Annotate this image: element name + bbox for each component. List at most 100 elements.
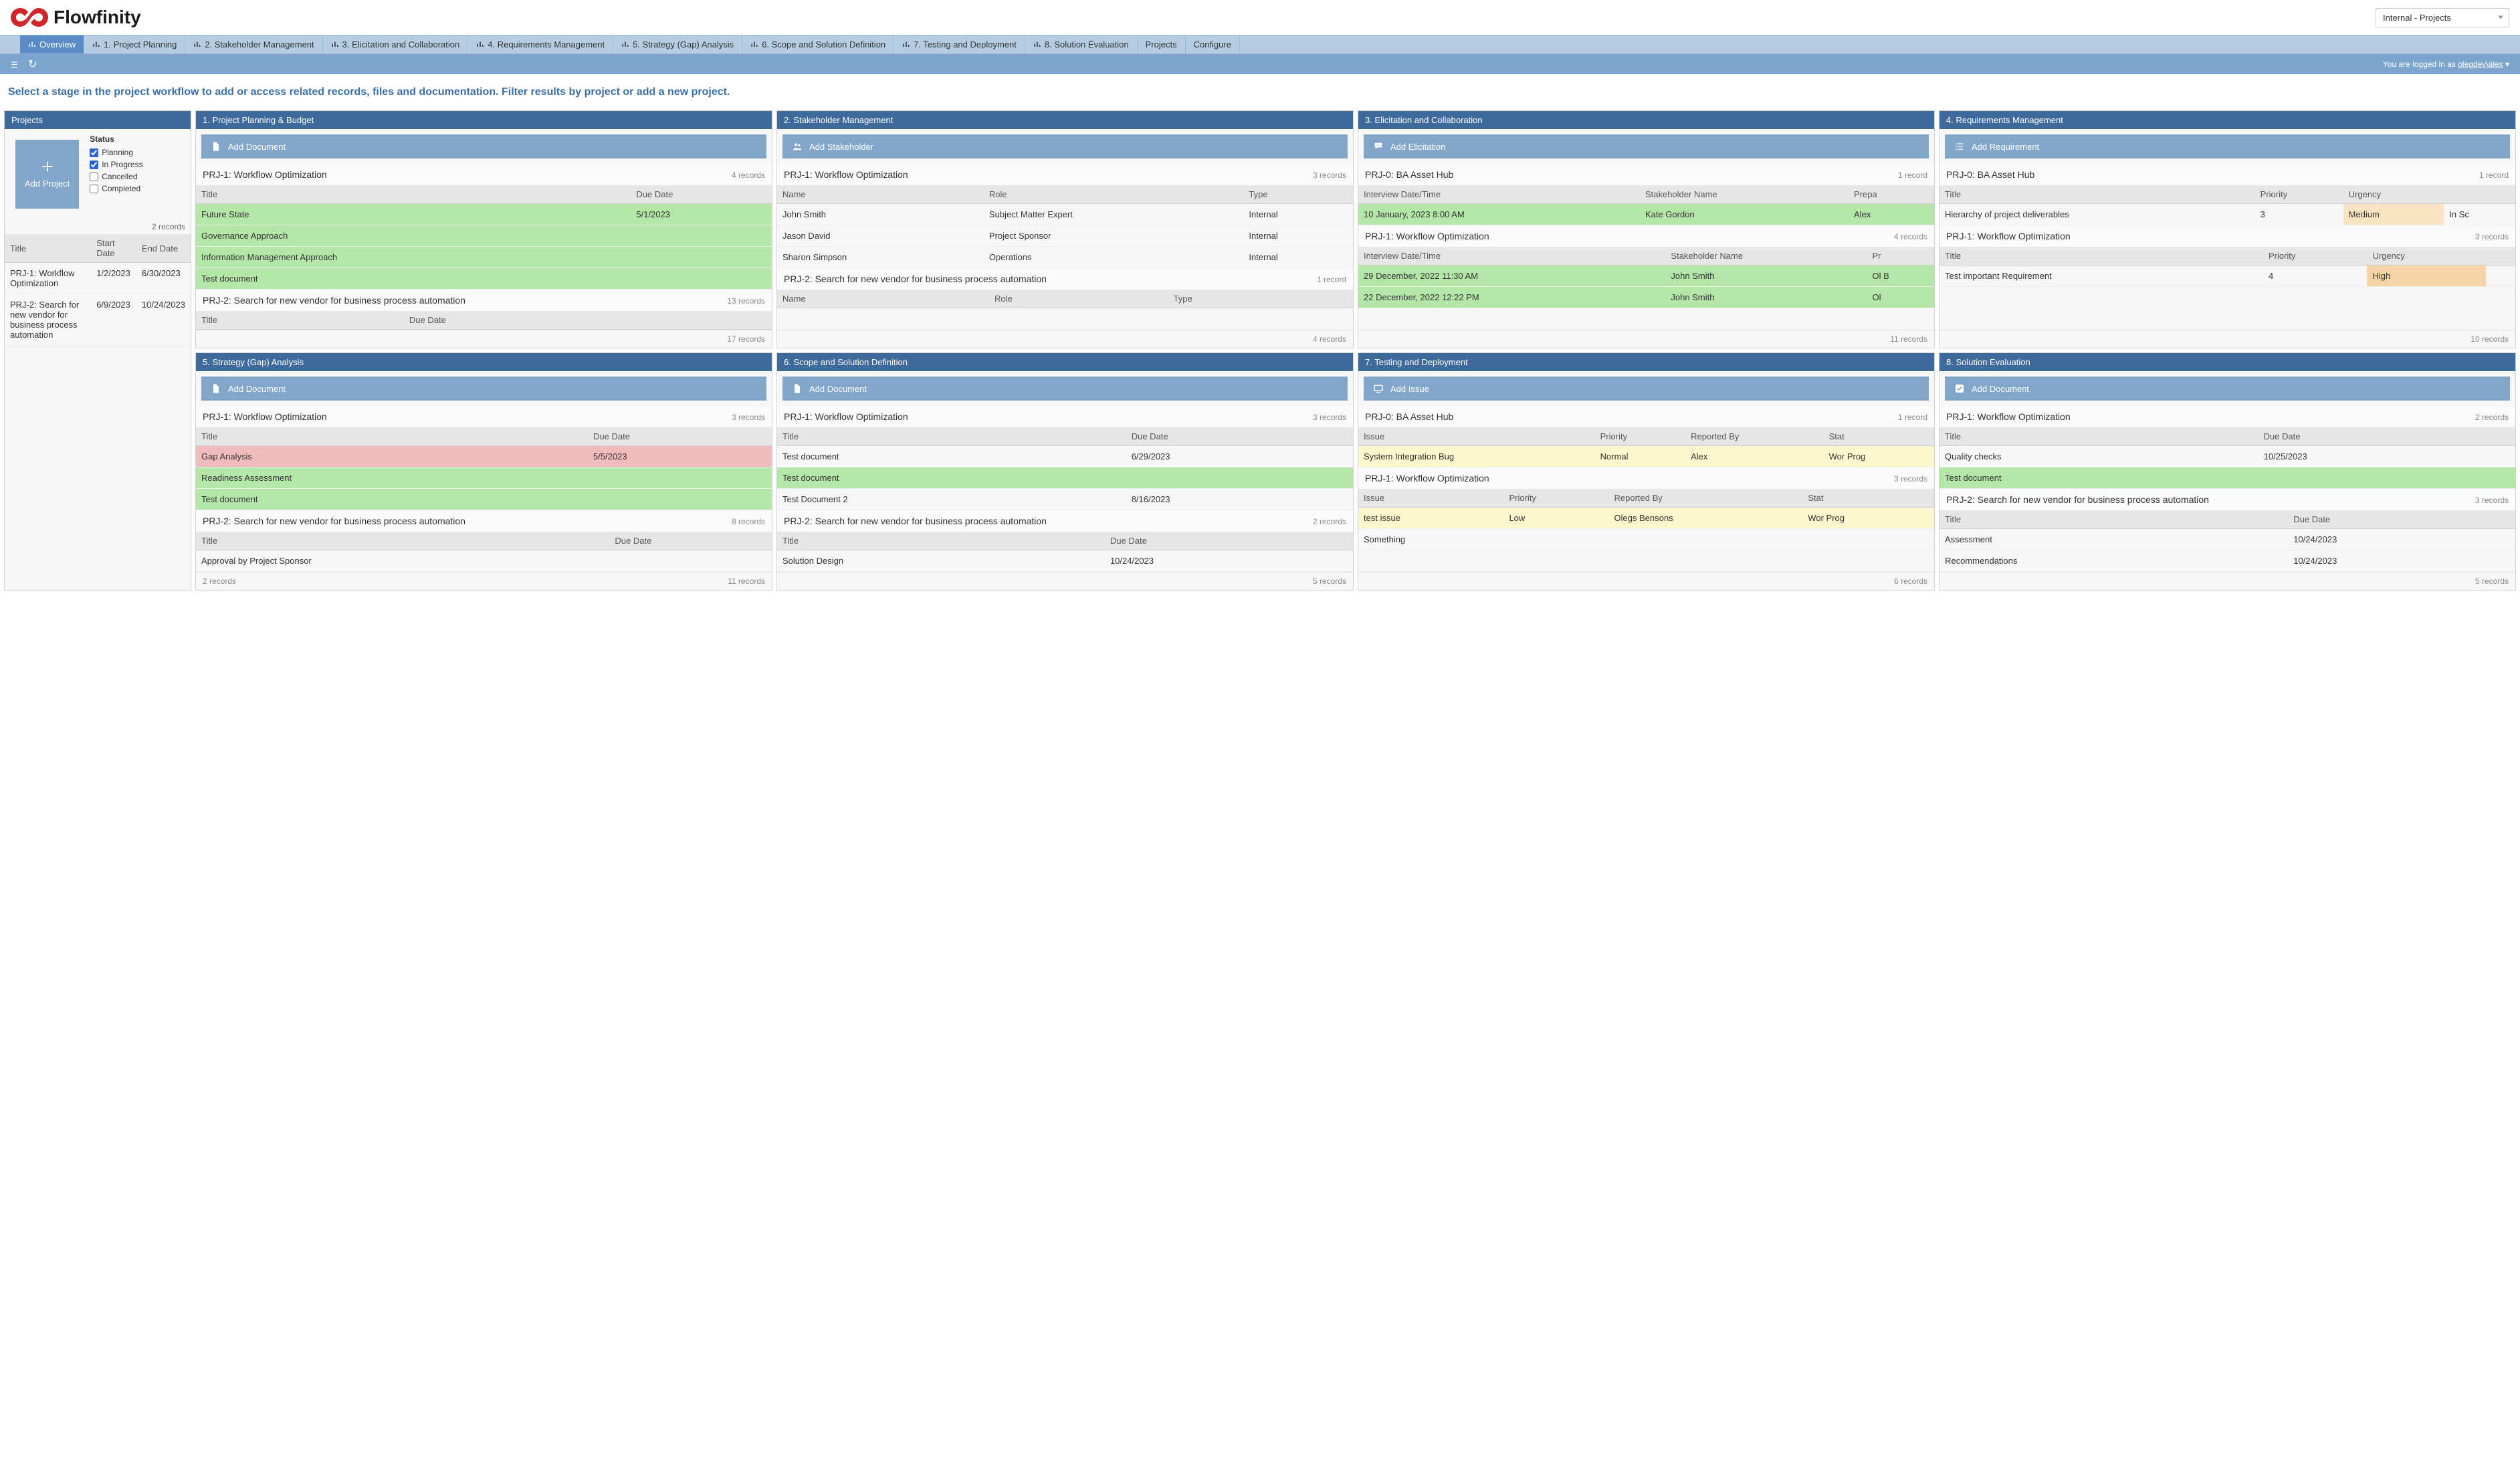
- context-selector[interactable]: Internal - Projects: [2376, 8, 2509, 27]
- refresh-icon[interactable]: [28, 58, 37, 71]
- group-header[interactable]: PRJ-1: Workflow Optimization3 records: [196, 406, 772, 427]
- col-header[interactable]: Title: [196, 532, 609, 550]
- col-header[interactable]: Due Date: [588, 427, 772, 446]
- col-header[interactable]: Title: [777, 532, 1105, 550]
- tab-overview[interactable]: Overview: [20, 35, 84, 54]
- tab-6-scope-and-solution-definition[interactable]: 6. Scope and Solution Definition: [742, 35, 894, 54]
- col-header[interactable]: Issue: [1358, 489, 1503, 508]
- col-header[interactable]: Priority: [2255, 185, 2343, 204]
- col-header[interactable]: Issue: [1358, 427, 1595, 446]
- col-header[interactable]: Stakeholder Name: [1640, 185, 1849, 204]
- table-row[interactable]: Test document: [1939, 467, 2515, 489]
- table-row[interactable]: Recommendations10/24/2023: [1939, 550, 2515, 572]
- col-header[interactable]: Priority: [1595, 427, 1685, 446]
- table-row[interactable]: Assessment10/24/2023: [1939, 529, 2515, 550]
- col-header[interactable]: Due Date: [609, 532, 772, 550]
- tab-7-testing-and-deployment[interactable]: 7. Testing and Deployment: [894, 35, 1025, 54]
- col-header[interactable]: Title: [5, 234, 91, 263]
- col-header[interactable]: [2444, 185, 2515, 204]
- group-header[interactable]: PRJ-2: Search for new vendor for busines…: [777, 510, 1353, 532]
- table-row[interactable]: 22 December, 2022 12:22 PMJohn SmithOl: [1358, 287, 1934, 308]
- table-row[interactable]: Hierarchy of project deliverables3Medium…: [1939, 204, 2515, 225]
- col-header[interactable]: Prepa: [1849, 185, 1934, 204]
- group-header[interactable]: PRJ-2: Search for new vendor for busines…: [196, 510, 772, 532]
- table-row[interactable]: Information Management Approach: [196, 247, 772, 268]
- group-header[interactable]: PRJ-0: BA Asset Hub1 record: [1358, 406, 1934, 427]
- tab-4-requirements-management[interactable]: 4. Requirements Management: [468, 35, 613, 54]
- col-header[interactable]: Title: [1939, 185, 2255, 204]
- table-row[interactable]: Readiness Assessment: [196, 467, 772, 489]
- tab-configure[interactable]: Configure: [1186, 35, 1240, 54]
- col-header[interactable]: Stat: [1802, 489, 1934, 508]
- col-header[interactable]: Due Date: [2288, 510, 2515, 529]
- group-header[interactable]: PRJ-1: Workflow Optimization3 records: [1358, 467, 1934, 489]
- status-filter-in-progress[interactable]: In Progress: [90, 160, 142, 169]
- status-checkbox[interactable]: [90, 148, 98, 157]
- table-row[interactable]: Future State5/1/2023: [196, 204, 772, 225]
- col-header[interactable]: Title: [196, 185, 631, 204]
- col-header[interactable]: Priority: [1503, 489, 1608, 508]
- table-row[interactable]: Something: [1358, 529, 1934, 550]
- add-button[interactable]: Add Document: [201, 134, 766, 159]
- tab-2-stakeholder-management[interactable]: 2. Stakeholder Management: [185, 35, 322, 54]
- status-checkbox[interactable]: [90, 173, 98, 181]
- col-header[interactable]: [2486, 247, 2515, 266]
- project-row[interactable]: PRJ-2: Search for new vendor for busines…: [5, 294, 191, 346]
- col-header[interactable]: Title: [196, 311, 404, 330]
- table-row[interactable]: Test Document 28/16/2023: [777, 489, 1353, 510]
- col-header[interactable]: Title: [1939, 247, 2263, 266]
- tab-projects[interactable]: Projects: [1138, 35, 1186, 54]
- table-row[interactable]: Gap Analysis5/5/2023: [196, 446, 772, 467]
- table-row[interactable]: Jason DavidProject SponsorInternal: [777, 225, 1353, 247]
- table-row[interactable]: John SmithSubject Matter ExpertInternal: [777, 204, 1353, 225]
- table-row[interactable]: test issueLowOlegs BensonsWor Prog: [1358, 508, 1934, 529]
- add-button[interactable]: Add Document: [201, 377, 766, 401]
- table-row[interactable]: Test document: [777, 467, 1353, 489]
- status-filter-completed[interactable]: Completed: [90, 184, 142, 193]
- col-header[interactable]: Type: [1243, 185, 1353, 204]
- tab-1-project-planning[interactable]: 1. Project Planning: [84, 35, 185, 54]
- user-link[interactable]: olegdev\alex: [2458, 60, 2503, 69]
- table-row[interactable]: Test important Requirement4High: [1939, 266, 2515, 287]
- col-header[interactable]: Due Date: [404, 311, 772, 330]
- status-filter-planning[interactable]: Planning: [90, 148, 142, 157]
- group-header[interactable]: PRJ-0: BA Asset Hub1 record: [1358, 164, 1934, 185]
- col-header[interactable]: Reported By: [1685, 427, 1824, 446]
- col-header[interactable]: Role: [984, 185, 1243, 204]
- col-header[interactable]: Due Date: [1126, 427, 1353, 446]
- table-row[interactable]: Governance Approach: [196, 225, 772, 247]
- add-button[interactable]: Add Document: [1945, 377, 2510, 401]
- add-button[interactable]: Add Document: [782, 377, 1348, 401]
- group-header[interactable]: PRJ-2: Search for new vendor for busines…: [196, 290, 772, 311]
- add-button[interactable]: Add Issue: [1364, 377, 1929, 401]
- col-header[interactable]: Interview Date/Time: [1358, 247, 1665, 266]
- col-header[interactable]: Interview Date/Time: [1358, 185, 1640, 204]
- table-row[interactable]: System Integration BugNormalAlexWor Prog: [1358, 446, 1934, 467]
- table-row[interactable]: Approval by Project Sponsor: [196, 550, 772, 572]
- col-header[interactable]: Name: [777, 290, 989, 308]
- col-header[interactable]: Urgency: [2343, 185, 2444, 204]
- col-header[interactable]: Urgency: [2367, 247, 2485, 266]
- table-row[interactable]: Quality checks10/25/2023: [1939, 446, 2515, 467]
- col-header[interactable]: End Date: [136, 234, 191, 263]
- caret-down-icon[interactable]: ▾: [2505, 60, 2509, 69]
- tab-3-elicitation-and-collaboration[interactable]: 3. Elicitation and Collaboration: [323, 35, 469, 54]
- group-header[interactable]: PRJ-2: Search for new vendor for busines…: [777, 268, 1353, 290]
- col-header[interactable]: Due Date: [2259, 427, 2515, 446]
- tab-5-strategy-gap-analysis[interactable]: 5. Strategy (Gap) Analysis: [613, 35, 742, 54]
- col-header[interactable]: Title: [777, 427, 1126, 446]
- group-header[interactable]: PRJ-2: Search for new vendor for busines…: [1939, 489, 2515, 510]
- col-header[interactable]: Reported By: [1609, 489, 1803, 508]
- menu-icon[interactable]: [11, 60, 20, 68]
- table-row[interactable]: Test document: [196, 268, 772, 290]
- col-header[interactable]: Title: [1939, 510, 2288, 529]
- table-row[interactable]: 29 December, 2022 11:30 AMJohn SmithOl B: [1358, 266, 1934, 287]
- col-header[interactable]: Due Date: [1105, 532, 1353, 550]
- status-checkbox[interactable]: [90, 161, 98, 169]
- group-header[interactable]: PRJ-1: Workflow Optimization4 records: [1358, 225, 1934, 247]
- group-header[interactable]: PRJ-0: BA Asset Hub1 record: [1939, 164, 2515, 185]
- col-header[interactable]: Pr: [1867, 247, 1934, 266]
- group-header[interactable]: PRJ-1: Workflow Optimization3 records: [777, 406, 1353, 427]
- status-filter-cancelled[interactable]: Cancelled: [90, 172, 142, 181]
- project-row[interactable]: PRJ-1: Workflow Optimization1/2/20236/30…: [5, 263, 191, 294]
